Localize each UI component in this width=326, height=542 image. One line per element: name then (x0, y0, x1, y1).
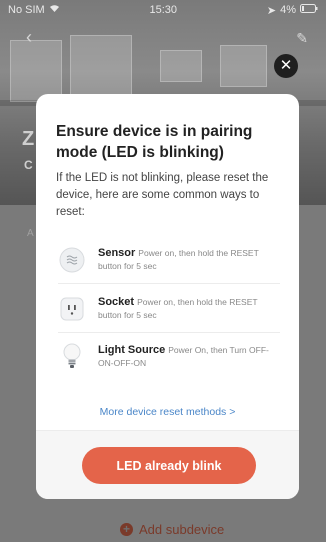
plus-icon: + (120, 523, 133, 536)
back-arrow-icon[interactable]: ‹ (26, 28, 32, 46)
edit-icon[interactable]: ✎ (296, 30, 308, 47)
led-already-blink-button[interactable]: LED already blink (82, 447, 256, 484)
method-name: Light Source (98, 344, 166, 356)
wifi-icon (49, 4, 60, 16)
light-bulb-icon (58, 343, 86, 371)
carrier-label: No SIM (8, 4, 45, 16)
pairing-mode-dialog: Ensure device is in pairing mode (LED is… (36, 94, 299, 499)
method-name: Sensor (98, 247, 136, 259)
status-bar: No SIM 15:30 ➤ 4% (0, 0, 326, 20)
dialog-description: If the LED is not blinking, please reset… (56, 172, 269, 218)
clock: 15:30 (149, 4, 178, 16)
location-icon: ➤ (266, 4, 277, 17)
socket-icon (58, 295, 86, 323)
close-icon: ✕ (279, 57, 293, 74)
battery-percent: 4% (280, 4, 296, 16)
reset-method-light-source: Light Source Power On, then Turn OFF-ON-O… (58, 334, 280, 380)
method-name: Socket (98, 296, 135, 308)
reset-method-sensor: Sensor Power on, then hold the RESET butt… (58, 237, 280, 284)
reset-method-socket: Socket Power on, then hold the RESET butt… (58, 286, 280, 333)
more-reset-methods-link[interactable]: More device reset methods > (36, 406, 299, 418)
sensor-icon (58, 246, 86, 274)
add-subdevice-button[interactable]: + Add subdevice (120, 522, 224, 540)
section-label-fragment: A (27, 228, 34, 239)
device-name-fragment: Z (22, 128, 35, 150)
battery-icon (300, 4, 318, 16)
device-subtitle-fragment: C (24, 158, 33, 172)
dialog-title: Ensure device is in pairing mode (LED is… (56, 123, 253, 161)
add-subdevice-label: Add subdevice (139, 522, 225, 537)
close-button[interactable]: ✕ (274, 54, 298, 78)
dialog-footer: LED already blink (36, 430, 299, 499)
